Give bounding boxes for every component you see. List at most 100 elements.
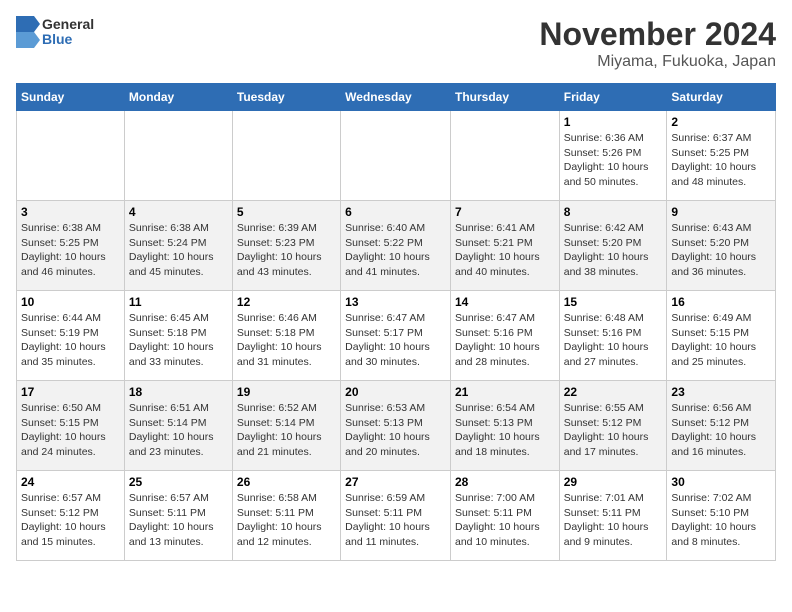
day-cell: 29 Sunrise: 7:01 AM Sunset: 5:11 PM Dayli… — [559, 471, 667, 561]
day-number: 15 — [564, 295, 663, 309]
day-number: 16 — [671, 295, 771, 309]
day-info: Sunrise: 6:36 AM Sunset: 5:26 PM Dayligh… — [564, 131, 663, 190]
day-cell: 10Sunrise: 6:44 AM Sunset: 5:19 PM Dayli… — [17, 291, 125, 381]
day-info: Sunrise: 6:56 AM Sunset: 5:12 PM Dayligh… — [671, 401, 771, 460]
logo-blue: Blue — [42, 32, 94, 47]
header-cell-thursday: Thursday — [450, 84, 559, 111]
day-info: Sunrise: 6:50 AM Sunset: 5:15 PM Dayligh… — [21, 401, 120, 460]
week-row-1: 1 Sunrise: 6:36 AM Sunset: 5:26 PM Daylig… — [17, 111, 776, 201]
title-block: November 2024 Miyama, Fukuoka, Japan — [539, 16, 776, 71]
day-info: Sunrise: 6:48 AM Sunset: 5:16 PM Dayligh… — [564, 311, 663, 370]
day-cell: 24 Sunrise: 6:57 AM Sunset: 5:12 PM Dayli… — [17, 471, 125, 561]
day-info: Sunrise: 6:57 AM Sunset: 5:11 PM Dayligh… — [129, 491, 228, 550]
day-cell: 28Sunrise: 7:00 AM Sunset: 5:11 PM Dayli… — [450, 471, 559, 561]
day-number: 9 — [671, 205, 771, 219]
day-number: 12 — [237, 295, 336, 309]
calendar-body: 1 Sunrise: 6:36 AM Sunset: 5:26 PM Daylig… — [17, 111, 776, 561]
day-cell: 15 Sunrise: 6:48 AM Sunset: 5:16 PM Dayli… — [559, 291, 667, 381]
calendar-title: November 2024 — [539, 16, 776, 53]
day-number: 3 — [21, 205, 120, 219]
day-info: Sunrise: 6:42 AM Sunset: 5:20 PM Dayligh… — [564, 221, 663, 280]
day-number: 20 — [345, 385, 446, 399]
header-cell-saturday: Saturday — [667, 84, 776, 111]
header-cell-wednesday: Wednesday — [341, 84, 451, 111]
day-cell: 16 Sunrise: 6:49 AM Sunset: 5:15 PM Dayli… — [667, 291, 776, 381]
header-cell-sunday: Sunday — [17, 84, 125, 111]
day-number: 27 — [345, 475, 446, 489]
day-cell — [341, 111, 451, 201]
day-number: 11 — [129, 295, 228, 309]
day-cell: 17Sunrise: 6:50 AM Sunset: 5:15 PM Dayli… — [17, 381, 125, 471]
day-cell: 13 Sunrise: 6:47 AM Sunset: 5:17 PM Dayli… — [341, 291, 451, 381]
logo: General Blue — [16, 16, 94, 48]
day-cell: 8 Sunrise: 6:42 AM Sunset: 5:20 PM Daylig… — [559, 201, 667, 291]
day-number: 1 — [564, 115, 663, 129]
day-number: 7 — [455, 205, 555, 219]
day-info: Sunrise: 6:46 AM Sunset: 5:18 PM Dayligh… — [237, 311, 336, 370]
day-cell: 2 Sunrise: 6:37 AM Sunset: 5:25 PM Daylig… — [667, 111, 776, 201]
day-info: Sunrise: 6:39 AM Sunset: 5:23 PM Dayligh… — [237, 221, 336, 280]
day-cell: 9 Sunrise: 6:43 AM Sunset: 5:20 PM Daylig… — [667, 201, 776, 291]
header-row: SundayMondayTuesdayWednesdayThursdayFrid… — [17, 84, 776, 111]
day-cell: 25Sunrise: 6:57 AM Sunset: 5:11 PM Dayli… — [124, 471, 232, 561]
calendar-table: SundayMondayTuesdayWednesdayThursdayFrid… — [16, 83, 776, 561]
day-cell: 21Sunrise: 6:54 AM Sunset: 5:13 PM Dayli… — [450, 381, 559, 471]
day-cell: 5Sunrise: 6:39 AM Sunset: 5:23 PM Daylig… — [232, 201, 340, 291]
day-number: 29 — [564, 475, 663, 489]
day-info: Sunrise: 7:00 AM Sunset: 5:11 PM Dayligh… — [455, 491, 555, 550]
week-row-2: 3 Sunrise: 6:38 AM Sunset: 5:25 PM Daylig… — [17, 201, 776, 291]
day-cell — [17, 111, 125, 201]
logo-icon — [16, 16, 40, 48]
day-info: Sunrise: 6:55 AM Sunset: 5:12 PM Dayligh… — [564, 401, 663, 460]
day-info: Sunrise: 6:40 AM Sunset: 5:22 PM Dayligh… — [345, 221, 446, 280]
day-number: 13 — [345, 295, 446, 309]
day-cell: 30 Sunrise: 7:02 AM Sunset: 5:10 PM Dayli… — [667, 471, 776, 561]
header-cell-monday: Monday — [124, 84, 232, 111]
day-cell: 14 Sunrise: 6:47 AM Sunset: 5:16 PM Dayli… — [450, 291, 559, 381]
day-cell: 19 Sunrise: 6:52 AM Sunset: 5:14 PM Dayli… — [232, 381, 340, 471]
day-number: 24 — [21, 475, 120, 489]
day-cell: 12 Sunrise: 6:46 AM Sunset: 5:18 PM Dayli… — [232, 291, 340, 381]
day-info: Sunrise: 6:38 AM Sunset: 5:25 PM Dayligh… — [21, 221, 120, 280]
day-number: 23 — [671, 385, 771, 399]
calendar-subtitle: Miyama, Fukuoka, Japan — [539, 53, 776, 71]
day-number: 6 — [345, 205, 446, 219]
day-cell: 4Sunrise: 6:38 AM Sunset: 5:24 PM Daylig… — [124, 201, 232, 291]
day-number: 30 — [671, 475, 771, 489]
day-number: 14 — [455, 295, 555, 309]
header-cell-friday: Friday — [559, 84, 667, 111]
day-info: Sunrise: 6:38 AM Sunset: 5:24 PM Dayligh… — [129, 221, 228, 280]
day-info: Sunrise: 6:58 AM Sunset: 5:11 PM Dayligh… — [237, 491, 336, 550]
day-info: Sunrise: 6:49 AM Sunset: 5:15 PM Dayligh… — [671, 311, 771, 370]
day-cell: 3 Sunrise: 6:38 AM Sunset: 5:25 PM Daylig… — [17, 201, 125, 291]
day-number: 2 — [671, 115, 771, 129]
day-cell: 6 Sunrise: 6:40 AM Sunset: 5:22 PM Daylig… — [341, 201, 451, 291]
day-info: Sunrise: 6:43 AM Sunset: 5:20 PM Dayligh… — [671, 221, 771, 280]
week-row-3: 10Sunrise: 6:44 AM Sunset: 5:19 PM Dayli… — [17, 291, 776, 381]
day-info: Sunrise: 6:54 AM Sunset: 5:13 PM Dayligh… — [455, 401, 555, 460]
day-cell — [450, 111, 559, 201]
day-info: Sunrise: 6:47 AM Sunset: 5:16 PM Dayligh… — [455, 311, 555, 370]
day-info: Sunrise: 6:59 AM Sunset: 5:11 PM Dayligh… — [345, 491, 446, 550]
calendar-header: SundayMondayTuesdayWednesdayThursdayFrid… — [17, 84, 776, 111]
day-cell: 27 Sunrise: 6:59 AM Sunset: 5:11 PM Dayli… — [341, 471, 451, 561]
day-info: Sunrise: 6:47 AM Sunset: 5:17 PM Dayligh… — [345, 311, 446, 370]
day-number: 8 — [564, 205, 663, 219]
day-cell: 22 Sunrise: 6:55 AM Sunset: 5:12 PM Dayli… — [559, 381, 667, 471]
day-cell: 23 Sunrise: 6:56 AM Sunset: 5:12 PM Dayli… — [667, 381, 776, 471]
day-info: Sunrise: 7:01 AM Sunset: 5:11 PM Dayligh… — [564, 491, 663, 550]
page-header: General Blue November 2024 Miyama, Fukuo… — [16, 16, 776, 71]
day-number: 22 — [564, 385, 663, 399]
day-number: 18 — [129, 385, 228, 399]
day-cell: 11Sunrise: 6:45 AM Sunset: 5:18 PM Dayli… — [124, 291, 232, 381]
day-number: 19 — [237, 385, 336, 399]
day-cell — [124, 111, 232, 201]
day-info: Sunrise: 6:57 AM Sunset: 5:12 PM Dayligh… — [21, 491, 120, 550]
week-row-4: 17Sunrise: 6:50 AM Sunset: 5:15 PM Dayli… — [17, 381, 776, 471]
day-info: Sunrise: 7:02 AM Sunset: 5:10 PM Dayligh… — [671, 491, 771, 550]
day-info: Sunrise: 6:53 AM Sunset: 5:13 PM Dayligh… — [345, 401, 446, 460]
day-info: Sunrise: 6:37 AM Sunset: 5:25 PM Dayligh… — [671, 131, 771, 190]
logo-general: General — [42, 17, 94, 32]
day-cell: 7Sunrise: 6:41 AM Sunset: 5:21 PM Daylig… — [450, 201, 559, 291]
day-info: Sunrise: 6:52 AM Sunset: 5:14 PM Dayligh… — [237, 401, 336, 460]
